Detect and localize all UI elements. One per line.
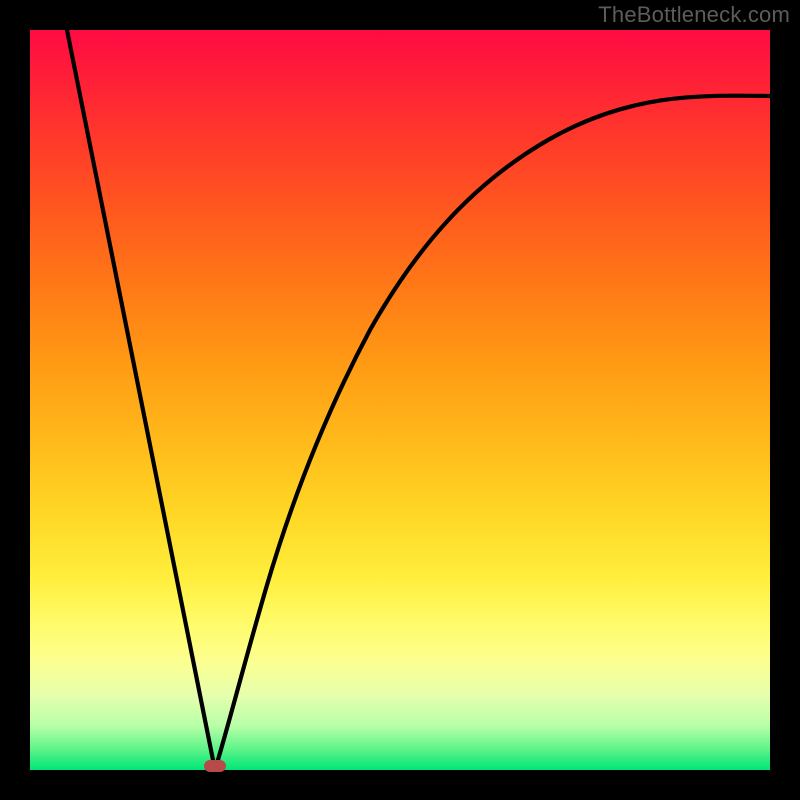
watermark-text: TheBottleneck.com	[598, 2, 790, 28]
curve-svg	[30, 30, 770, 770]
bottleneck-curve	[67, 30, 770, 770]
plot-area	[30, 30, 770, 770]
chart-frame: TheBottleneck.com	[0, 0, 800, 800]
optimal-point-marker	[204, 760, 226, 772]
